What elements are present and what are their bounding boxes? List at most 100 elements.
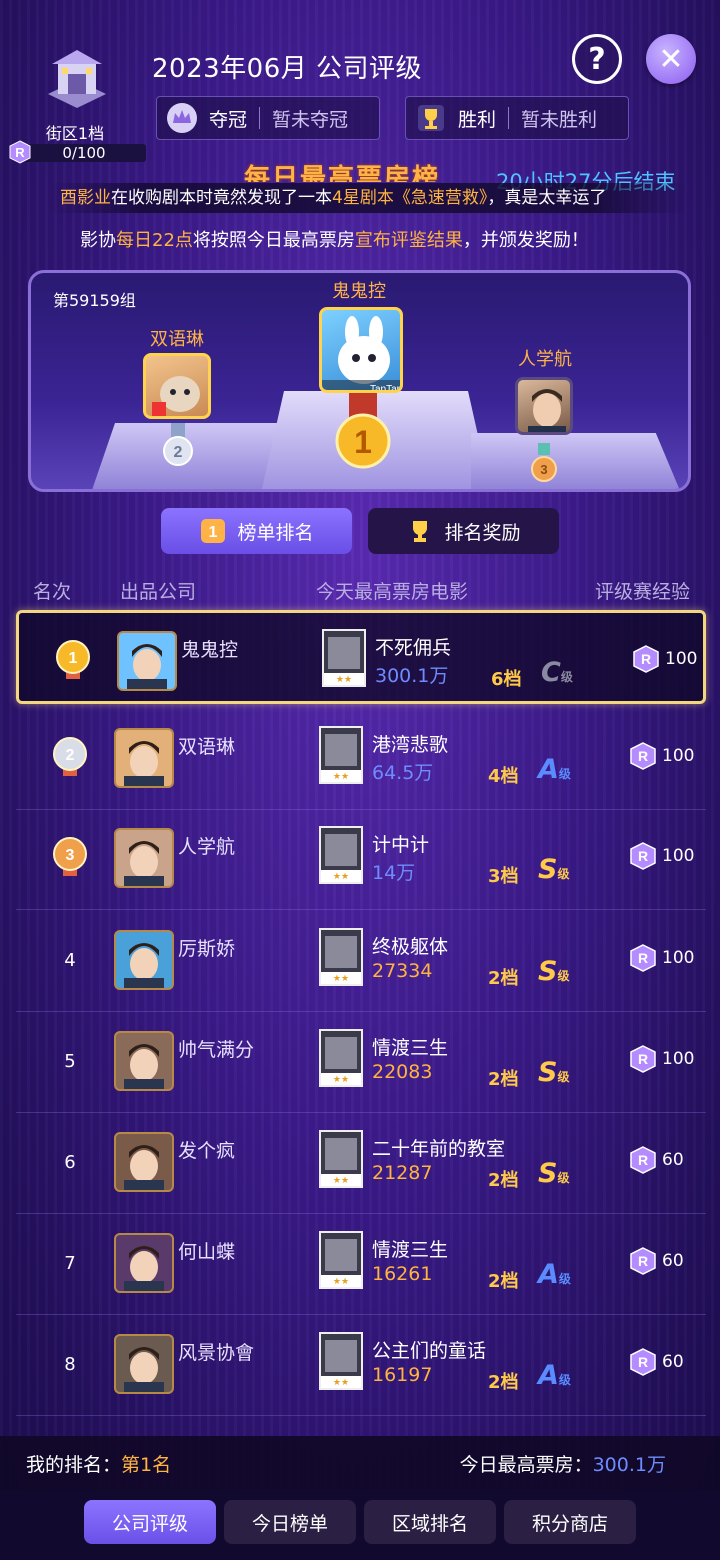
podium-step-third (471, 433, 681, 489)
podium-third-name: 人学航 (518, 349, 572, 370)
table-row[interactable]: 4 厉斯娇 ★★ 终极躯体 27334 2档 S级 R 100 (16, 912, 706, 1012)
grade-suffix: 级 (557, 969, 570, 983)
tab-rewards[interactable]: 排名奖励 (368, 508, 559, 554)
trophy-icon (418, 105, 444, 131)
rank-number: 5 (64, 1051, 76, 1072)
movie-poster[interactable]: ★★ (319, 1029, 363, 1087)
notice-time: 每日22点 (116, 230, 193, 251)
ranking-icon: 1 (201, 519, 226, 543)
table-row[interactable]: 1 鬼鬼控 ★★ 不死佣兵 300.1万 6档 C级 R 100 (16, 610, 706, 704)
company-avatar[interactable] (117, 631, 177, 691)
exp-value: 100 (662, 1049, 695, 1069)
table-row[interactable]: 8 风景协會 ★★ 公主们的童话 16197 2档 A级 R 60 (16, 1316, 706, 1416)
crown-label: 夺冠 (209, 108, 248, 131)
movie-title: 情渡三生 (372, 1037, 449, 1059)
rating-r-icon: R (630, 1348, 656, 1376)
company-avatar[interactable] (114, 1031, 174, 1091)
movie-poster[interactable]: ★★ (319, 928, 363, 986)
avatar-icon (124, 1347, 164, 1392)
nav-region-rank[interactable]: 区域排名 (364, 1500, 496, 1544)
rating-r-icon: R (633, 645, 659, 673)
avatar-icon (124, 741, 164, 786)
help-button[interactable]: ? (572, 34, 622, 84)
podium-first-name: 鬼鬼控 (332, 281, 386, 302)
bronze-medal-icon: 3 (531, 443, 557, 482)
movie-poster[interactable]: ★★ (319, 1231, 363, 1289)
box-office: 21287 (372, 1162, 433, 1184)
svg-text:★★: ★★ (333, 1276, 349, 1286)
podium-third-avatar[interactable] (515, 377, 573, 435)
company-avatar[interactable] (114, 930, 174, 990)
district-badge[interactable]: 0/100 街区1档 R (9, 40, 146, 164)
svg-text:3: 3 (540, 462, 547, 477)
company-name: 帅气满分 (178, 1039, 255, 1061)
rating-r-icon: R (630, 1045, 656, 1073)
svg-text:R: R (638, 748, 648, 764)
poster-icon: ★★ (321, 828, 361, 882)
podium-first-avatar[interactable]: TapTap (319, 307, 403, 393)
grade-letter: S (538, 1158, 558, 1189)
movie-poster[interactable]: ★★ (319, 826, 363, 884)
nav-today-list[interactable]: 今日榜单 (224, 1500, 356, 1544)
grade-suffix: 级 (560, 670, 573, 684)
grade-letter: A (538, 1259, 559, 1290)
grade-label: S级 (538, 854, 569, 885)
grade-letter: S (538, 1057, 558, 1088)
award-notice: 影协每日22点将按照今日最高票房宣布评鉴结果，并颁发奖励！ (80, 226, 589, 252)
poster-icon: ★★ (321, 728, 361, 782)
rank-number: 8 (64, 1354, 76, 1375)
podium-panel: 第59159组 鬼鬼控 双语琳 人学航 TapTap 1 2 3 (28, 270, 691, 492)
company-name: 双语琳 (178, 736, 236, 758)
man-avatar-icon (528, 389, 566, 432)
rank-number: 6 (64, 1152, 76, 1173)
company-avatar[interactable] (114, 1334, 174, 1394)
movie-poster[interactable]: ★★ (319, 726, 363, 784)
table-row[interactable]: 7 何山蝶 ★★ 情渡三生 16261 2档 A级 R 60 (16, 1215, 706, 1315)
movie-poster[interactable]: ★★ (319, 1332, 363, 1390)
company-name: 鬼鬼控 (181, 639, 239, 661)
company-name: 厉斯娇 (178, 938, 236, 960)
svg-text:R: R (638, 1253, 648, 1269)
exp-value: 100 (665, 649, 698, 669)
exp-value: 60 (662, 1150, 684, 1170)
company-avatar[interactable] (114, 1233, 174, 1293)
table-row[interactable]: 2 双语琳 ★★ 港湾悲歌 64.5万 4档 A级 R 100 (16, 710, 706, 810)
tier-label: 6档 (491, 669, 522, 690)
crown-stat: 夺冠 暂未夺冠 (156, 96, 380, 140)
close-icon: ✕ (658, 41, 684, 77)
svg-text:★★: ★★ (333, 1175, 349, 1185)
nav-points-shop[interactable]: 积分商店 (504, 1500, 636, 1544)
poster-icon: ★★ (321, 1031, 361, 1085)
win-stat: 胜利 暂未胜利 (405, 96, 629, 140)
company-avatar[interactable] (114, 828, 174, 888)
company-avatar[interactable] (114, 1132, 174, 1192)
tier-label: 2档 (488, 1271, 519, 1292)
company-avatar[interactable] (114, 728, 174, 788)
movie-poster[interactable]: ★★ (322, 629, 366, 687)
grade-suffix: 级 (557, 1070, 570, 1084)
rank-number: 3 (66, 847, 75, 864)
box-office: 27334 (372, 960, 433, 982)
table-row[interactable]: 3 人学航 ★★ 计中计 14万 3档 S级 R 100 (16, 810, 706, 910)
movie-title: 计中计 (372, 834, 430, 856)
box-office: 64.5万 (372, 762, 434, 784)
rank-medal-icon: 1 (56, 640, 90, 679)
close-button[interactable]: ✕ (646, 34, 696, 84)
grade-label: A级 (538, 1259, 571, 1290)
tab-ranking[interactable]: 1 榜单排名 (161, 508, 352, 554)
avatar-icon (124, 943, 164, 988)
rank-medal-icon: 2 (53, 737, 87, 776)
movie-poster[interactable]: ★★ (319, 1130, 363, 1188)
nav-company-rating[interactable]: 公司评级 (84, 1500, 216, 1544)
my-rank-value: 第1名 (121, 1454, 172, 1476)
grade-suffix: 级 (558, 1272, 571, 1286)
tier-label: 3档 (488, 866, 519, 887)
table-row[interactable]: 6 发个疯 ★★ 二十年前的教室 21287 2档 S级 R 60 (16, 1114, 706, 1214)
trophy-icon (413, 521, 428, 542)
podium-second-avatar[interactable] (143, 353, 211, 419)
grade-label: A级 (538, 1360, 571, 1391)
avatar-icon (124, 1145, 164, 1190)
notice-part: 影协 (80, 230, 116, 251)
company-name: 风景协會 (178, 1342, 255, 1364)
table-row[interactable]: 5 帅气满分 ★★ 情渡三生 22083 2档 S级 R 100 (16, 1013, 706, 1113)
